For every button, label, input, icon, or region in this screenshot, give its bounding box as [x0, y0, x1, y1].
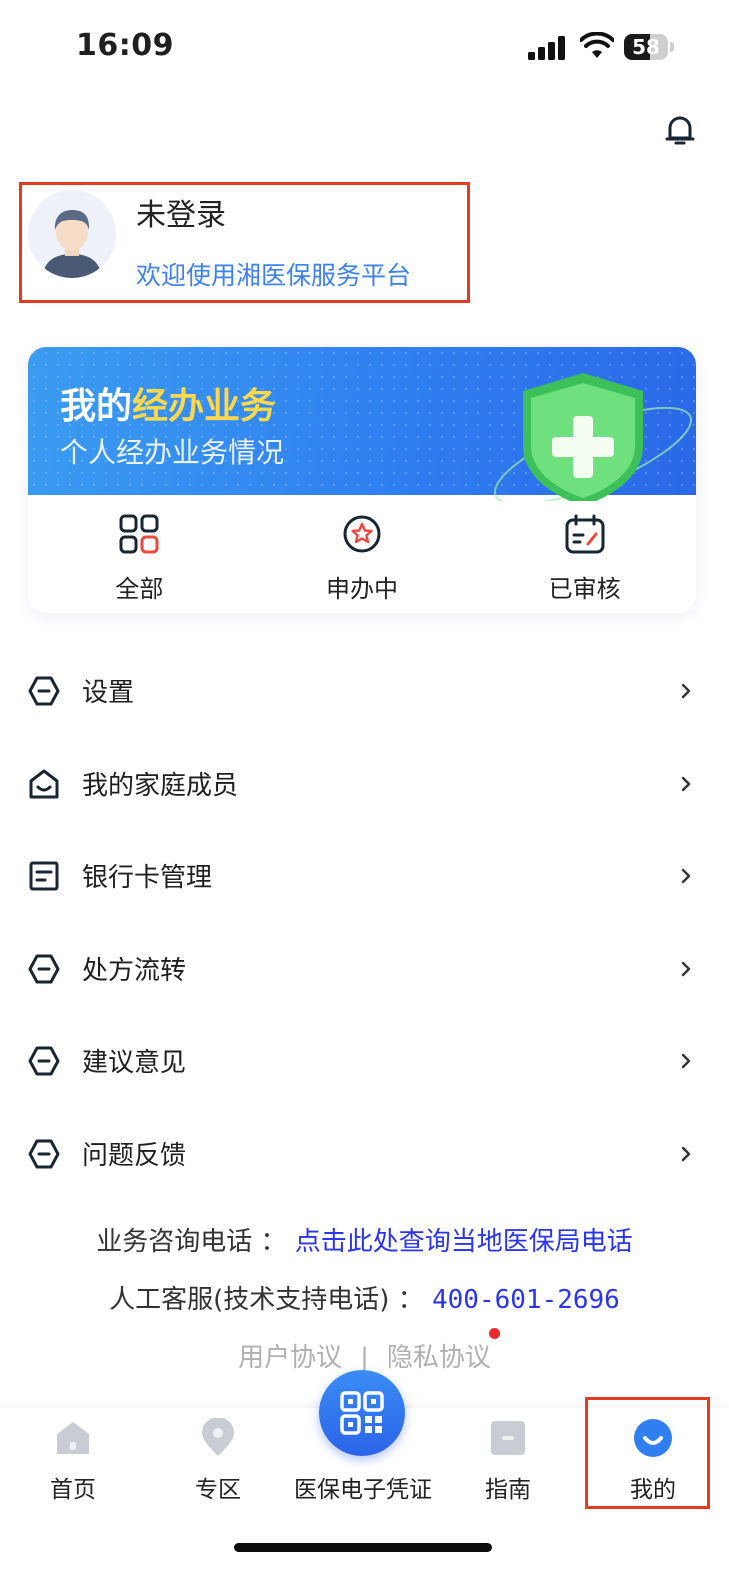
my-business-card: 我的经办业务 个人经办业务情况 全部 申办中 已审核	[28, 347, 696, 613]
support-phone-row: 人工客服(技术支持电话) ： 400-601-2696	[0, 1279, 729, 1316]
menu-item-suggestions[interactable]: 建议意见	[0, 1015, 729, 1107]
wifi-icon	[580, 32, 614, 58]
agreements-row: 用户协议 | 隐私协议	[0, 1337, 729, 1374]
status-time: 16:09	[76, 28, 174, 63]
menu-item-bank-card[interactable]: 银行卡管理	[0, 830, 729, 922]
menu-label: 建议意见	[82, 1048, 187, 1078]
menu-item-prescription[interactable]: 处方流转	[0, 923, 729, 1015]
business-all-button[interactable]: 全部	[28, 495, 251, 613]
location-icon	[202, 1418, 234, 1456]
consult-phone-row: 业务咨询电话 ： 点击此处查询当地医保局电话	[0, 1221, 729, 1258]
menu-item-family-members[interactable]: 我的家庭成员	[0, 738, 729, 830]
business-subtitle: 个人经办业务情况	[60, 436, 285, 469]
business-title: 我的经办业务	[60, 377, 276, 429]
privacy-agreement-link[interactable]: 隐私协议	[387, 1343, 491, 1373]
chevron-right-icon	[681, 1146, 691, 1162]
business-reviewed-label: 已审核	[548, 575, 621, 603]
hexagon-icon	[28, 676, 60, 706]
user-agreement-link[interactable]: 用户协议	[238, 1343, 342, 1373]
chevron-right-icon	[681, 868, 691, 884]
menu-item-settings[interactable]: 设置	[0, 645, 729, 737]
user-name[interactable]: 未登录	[136, 190, 226, 234]
mine-tab-highlight-box	[585, 1397, 710, 1509]
tab-medical-certificate-label: 医保电子凭证	[294, 1477, 432, 1503]
tab-guide-label: 指南	[485, 1477, 531, 1503]
consult-label: 业务咨询电话	[96, 1227, 253, 1257]
welcome-text: 欢迎使用湘医保服务平台	[136, 261, 412, 290]
business-banner: 我的经办业务 个人经办业务情况	[28, 347, 696, 501]
menu-label: 银行卡管理	[82, 863, 213, 893]
business-status-row: 全部 申办中 已审核	[28, 495, 696, 613]
hexagon-icon	[28, 954, 60, 984]
shield-plus-icon	[493, 373, 693, 501]
support-phone-link[interactable]: 400-601-2696	[432, 1285, 620, 1315]
home-icon	[57, 1422, 89, 1454]
guide-icon	[491, 1421, 525, 1455]
avatar[interactable]	[28, 190, 116, 278]
menu-item-feedback[interactable]: 问题反馈	[0, 1108, 729, 1200]
hexagon-icon	[28, 1139, 60, 1169]
menu-label: 问题反馈	[82, 1141, 187, 1171]
menu-label: 我的家庭成员	[82, 771, 239, 801]
card-icon	[29, 861, 59, 891]
grid-icon	[119, 514, 159, 554]
business-all-label: 全部	[115, 575, 164, 603]
menu-label: 处方流转	[82, 956, 187, 986]
consult-colon: ：	[260, 1227, 287, 1257]
business-reviewed-button[interactable]: 已审核	[473, 495, 696, 613]
calendar-check-icon	[565, 514, 605, 554]
home-indicator	[234, 1543, 492, 1552]
tab-home[interactable]: 首页	[0, 1408, 146, 1518]
notification-dot	[489, 1328, 500, 1339]
business-pending-label: 申办中	[326, 575, 398, 603]
menu-label: 设置	[82, 678, 135, 708]
hexagon-icon	[28, 1046, 60, 1076]
chevron-right-icon	[681, 1053, 691, 1069]
qr-code-button[interactable]	[319, 1370, 405, 1456]
family-home-icon	[29, 769, 59, 799]
consult-link[interactable]: 点击此处查询当地医保局电话	[295, 1227, 633, 1257]
tab-zone-label: 专区	[195, 1477, 241, 1503]
business-title-highlight: 经办业务	[132, 386, 277, 427]
chevron-right-icon	[681, 683, 691, 699]
battery-level: 58	[632, 35, 660, 59]
tab-zone[interactable]: 专区	[145, 1408, 291, 1518]
chevron-right-icon	[681, 961, 691, 977]
battery-indicator: 58	[624, 34, 676, 60]
signal-icon	[528, 36, 565, 60]
support-colon: ：	[397, 1285, 424, 1315]
qr-code-icon	[340, 1391, 384, 1435]
tab-home-label: 首页	[50, 1477, 96, 1503]
tab-guide[interactable]: 指南	[435, 1408, 581, 1518]
support-label: 人工客服(技术支持电话)	[109, 1285, 390, 1315]
chevron-right-icon	[681, 776, 691, 792]
agreement-separator: |	[360, 1343, 369, 1373]
business-pending-button[interactable]: 申办中	[251, 495, 474, 613]
star-circle-icon	[343, 515, 381, 553]
bell-icon[interactable]	[662, 112, 698, 148]
user-avatar-icon	[42, 210, 102, 278]
business-title-prefix: 我的	[60, 386, 133, 427]
